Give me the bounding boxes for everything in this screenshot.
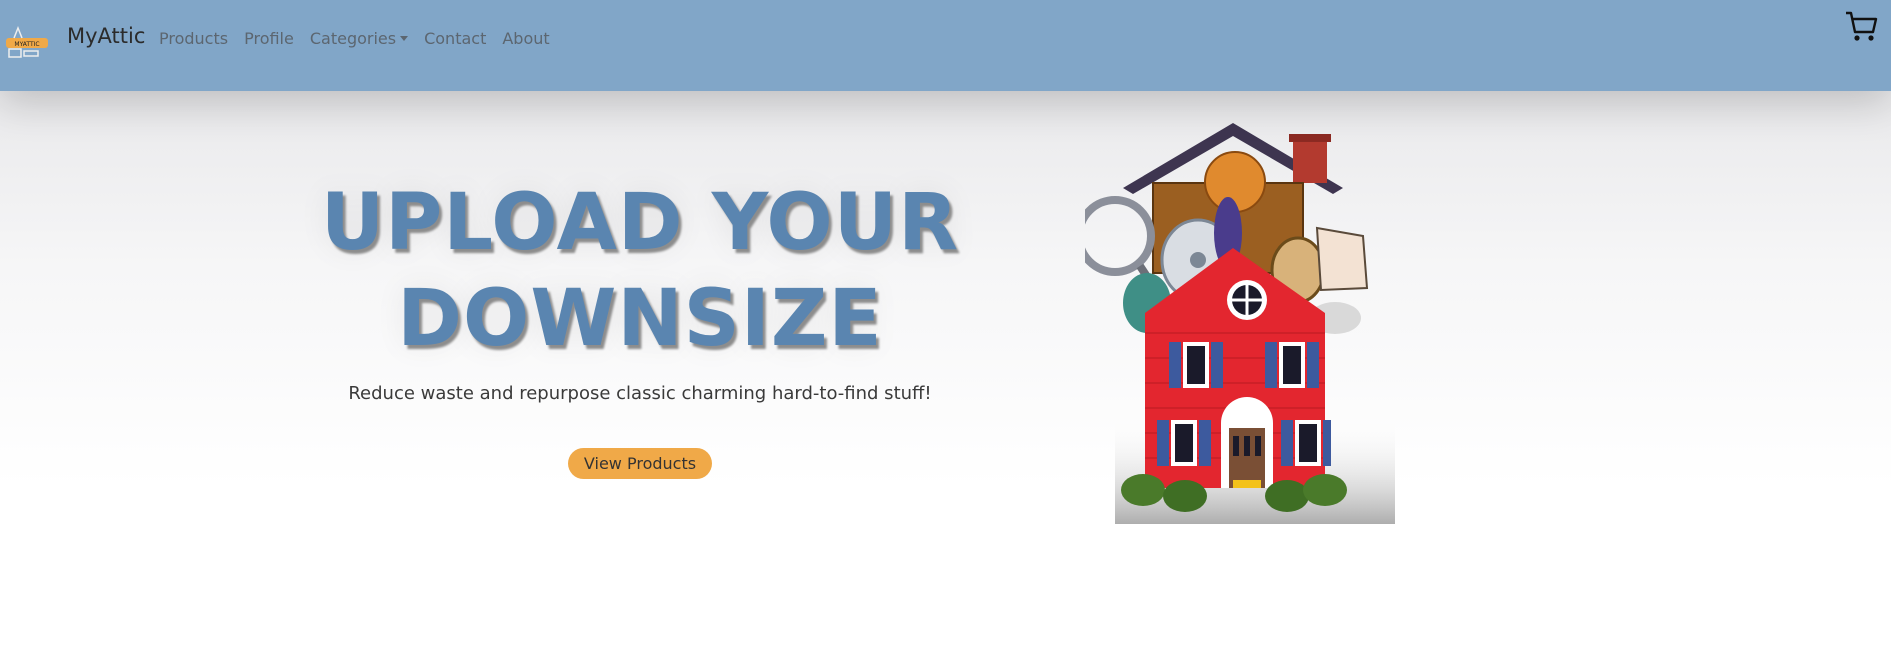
hero-text-block: UPLOAD YOUR DOWNSIZE Reduce waste and re… bbox=[300, 175, 980, 479]
hero-headline-line2: DOWNSIZE bbox=[397, 274, 883, 364]
svg-text:MYATTIC: MYATTIC bbox=[14, 41, 39, 48]
nav-products[interactable]: Products bbox=[159, 29, 228, 48]
hero-headline: UPLOAD YOUR DOWNSIZE bbox=[300, 175, 980, 367]
nav-categories-dropdown[interactable]: Categories bbox=[309, 29, 409, 48]
nav-products-label: Products bbox=[159, 29, 229, 48]
hero-headline-line1: UPLOAD YOUR bbox=[320, 178, 960, 268]
nav-contact[interactable]: Contact bbox=[424, 29, 486, 48]
nav-about[interactable]: About bbox=[502, 29, 549, 48]
house-illustration bbox=[1085, 123, 1395, 524]
nav-contact-label: Contact bbox=[424, 29, 487, 48]
navbar: MYATTIC MyAttic Products Profile Categor… bbox=[0, 0, 1891, 91]
nav-about-label: About bbox=[502, 29, 550, 48]
nav-profile-label: Profile bbox=[244, 29, 294, 48]
myattic-logo[interactable]: MYATTIC bbox=[4, 24, 50, 60]
view-products-button[interactable]: View Products bbox=[567, 448, 713, 479]
shopping-cart-icon[interactable] bbox=[1843, 8, 1879, 44]
brand-name[interactable]: MyAttic bbox=[67, 24, 145, 48]
hero-tagline: Reduce waste and repurpose classic charm… bbox=[348, 383, 932, 404]
nav-categories-label: Categories bbox=[309, 29, 397, 48]
caret-down-icon bbox=[400, 36, 409, 41]
nav-links: Products Profile Categories Contact Abou… bbox=[159, 29, 550, 48]
nav-profile[interactable]: Profile bbox=[244, 29, 294, 48]
